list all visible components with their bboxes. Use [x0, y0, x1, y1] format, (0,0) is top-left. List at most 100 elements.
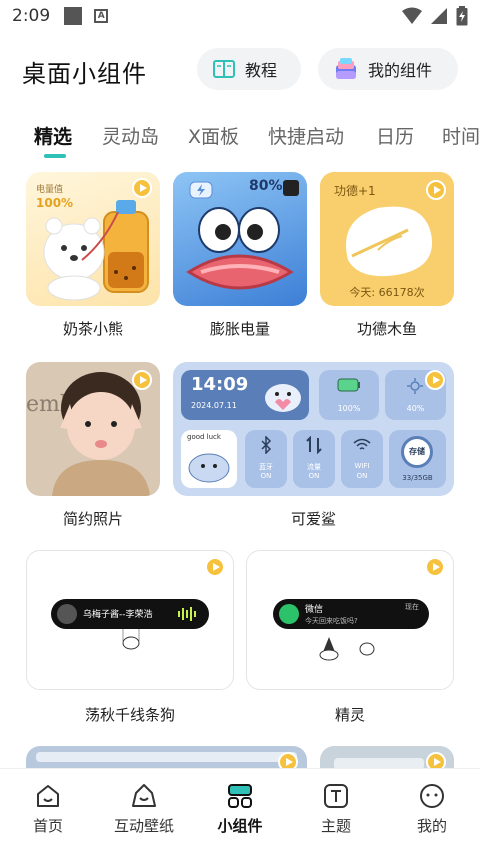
nav-live-wallpaper[interactable]: 互动壁纸 [96, 783, 192, 836]
star-icon [132, 784, 156, 807]
dynamic-island-music-bar: 乌梅子酱--李荣浩 [51, 599, 209, 629]
dynamic-island-message-bar: 微信 今天回来吃饭吗? 现在 [273, 599, 429, 629]
nav-widgets-label: 小组件 [217, 817, 263, 835]
smiley-icon [420, 784, 444, 808]
nav-widgets[interactable]: 小组件 [192, 783, 288, 836]
shark-sticker-panel: good luck [181, 430, 237, 488]
widgets-icon [228, 784, 252, 808]
tab-dynamic-island[interactable]: 灵动岛 [102, 122, 159, 149]
preview-play-icon[interactable] [278, 752, 298, 768]
widget-label: 功德木鱼 [356, 320, 417, 338]
time-display: 14:09 [191, 374, 249, 395]
nav-home[interactable]: 首页 [0, 783, 96, 836]
bottom-navigation: 首页 互动壁纸 小组件 主题 我的 [0, 768, 480, 853]
battery-icon [456, 6, 468, 26]
app-notification-icon: A [94, 9, 109, 23]
active-tab-indicator [44, 154, 66, 158]
nav-profile-label: 我的 [416, 817, 447, 835]
album-avatar [57, 604, 77, 624]
widget-card-cute-shark[interactable]: 14:09 2024.07.11 100% 40% good luck 蓝牙 O… [173, 362, 454, 496]
time-panel: 14:09 2024.07.11 [181, 370, 309, 420]
widget-label: 膨胀电量 [209, 320, 270, 338]
signal-icon [431, 8, 447, 24]
preview-play-icon[interactable] [425, 557, 445, 577]
widget-label: 简约照片 [62, 510, 123, 528]
widget-card-milk-tea-bear[interactable]: 电量值 100% [26, 172, 160, 306]
today-count: 今天: 66178次 [349, 286, 425, 299]
widget-grid: 电量值 100% 奶茶小熊 80% 膨胀电量 功德+1 今天: 66178次 功… [0, 170, 480, 768]
song-title: 乌梅子酱--李荣浩 [83, 610, 153, 620]
my-widgets-label: 我的组件 [368, 61, 433, 80]
tutorial-button[interactable]: 教程 [197, 48, 301, 90]
page-title: 桌面小组件 [22, 60, 147, 88]
bluetooth-label: 蓝牙 [259, 463, 273, 471]
status-time: 2:09 [12, 6, 51, 26]
battery-value: 100% [337, 404, 361, 413]
tab-calendar[interactable]: 日历 [376, 122, 414, 149]
battery-bolt-icon [189, 181, 213, 199]
wooden-fish-icon[interactable] [338, 200, 438, 280]
widget-label: 荡秋千线条狗 [84, 706, 175, 724]
widget-card-simple-photo[interactable]: emb [26, 362, 160, 496]
widget-card-partial-right[interactable] [320, 746, 454, 768]
wifi-toggle[interactable]: WIFI ON [341, 430, 383, 488]
nav-themes-label: 主题 [320, 817, 351, 835]
battery-value: 80% [249, 178, 283, 194]
dog-swing-illustration [122, 629, 140, 650]
data-toggle[interactable]: 流量 ON [293, 430, 335, 488]
shark-illustration [188, 453, 230, 483]
puffy-face-illustration [186, 207, 294, 290]
message-text: 今天回来吃饭吗? [305, 617, 358, 625]
theme-t-icon [324, 784, 348, 808]
preview-play-icon[interactable] [132, 370, 152, 390]
storage-label: 存储 [409, 447, 425, 456]
bluetooth-state: ON [260, 472, 272, 480]
widget-label: 精灵 [334, 706, 365, 724]
bear-milk-tea-illustration [43, 200, 149, 301]
preview-play-icon[interactable] [426, 752, 446, 768]
widget-card-merit-fish[interactable]: 功德+1 今天: 66178次 [320, 172, 454, 306]
wifi-icon [402, 7, 422, 24]
widget-card-swing-dog[interactable]: 乌梅子酱--李荣浩 [26, 550, 234, 690]
data-state: ON [308, 472, 320, 480]
tab-x-panel[interactable]: X面板 [188, 122, 239, 149]
message-app-name: 微信 [305, 605, 324, 615]
data-label: 流量 [307, 463, 321, 471]
preview-play-icon[interactable] [205, 557, 225, 577]
message-time: 现在 [405, 603, 419, 611]
preview-play-icon[interactable] [425, 370, 445, 390]
elf-ghosts-illustration [319, 637, 375, 661]
widget-label: 奶茶小熊 [62, 320, 123, 338]
widgets-stack-icon [336, 58, 356, 79]
nav-themes[interactable]: 主题 [288, 783, 384, 836]
widget-card-partial-left[interactable] [26, 746, 307, 768]
category-tabs: 精选 灵动岛 X面板 快捷启动 日历 时间 [0, 116, 480, 160]
sun-icon [407, 378, 423, 394]
bluetooth-toggle[interactable]: 蓝牙 ON [245, 430, 287, 488]
storage-value: 33/35GB [402, 474, 433, 482]
tab-featured[interactable]: 精选 [34, 122, 72, 149]
good-luck-text: good luck [187, 433, 221, 441]
merit-counter-title: 功德+1 [334, 184, 376, 198]
partial-card-strip [36, 752, 297, 762]
shark-heart-illustration [265, 384, 301, 412]
battery-icon [337, 378, 360, 392]
chevron-down-icon [283, 180, 299, 196]
widget-card-puffy-battery[interactable]: 80% [173, 172, 307, 306]
widget-label: 可爱鲨 [290, 510, 336, 528]
wifi-state: ON [356, 472, 368, 480]
storage-panel: 存储 33/35GB [389, 430, 446, 488]
tab-time[interactable]: 时间 [442, 122, 480, 149]
tab-quick-launch[interactable]: 快捷启动 [268, 122, 344, 149]
wifi-label: WIFI [354, 462, 370, 470]
nav-profile[interactable]: 我的 [384, 783, 480, 836]
my-widgets-button[interactable]: 我的组件 [318, 48, 458, 90]
widget-card-elf[interactable]: 微信 今天回来吃饭吗? 现在 [246, 550, 454, 690]
nav-home-label: 首页 [32, 817, 63, 835]
header: 桌面小组件 教程 我的组件 [0, 46, 480, 94]
brightness-value: 40% [406, 404, 425, 413]
notification-icon [64, 7, 83, 25]
book-icon [213, 60, 235, 78]
preview-play-icon[interactable] [426, 180, 446, 200]
preview-play-icon[interactable] [132, 178, 152, 198]
